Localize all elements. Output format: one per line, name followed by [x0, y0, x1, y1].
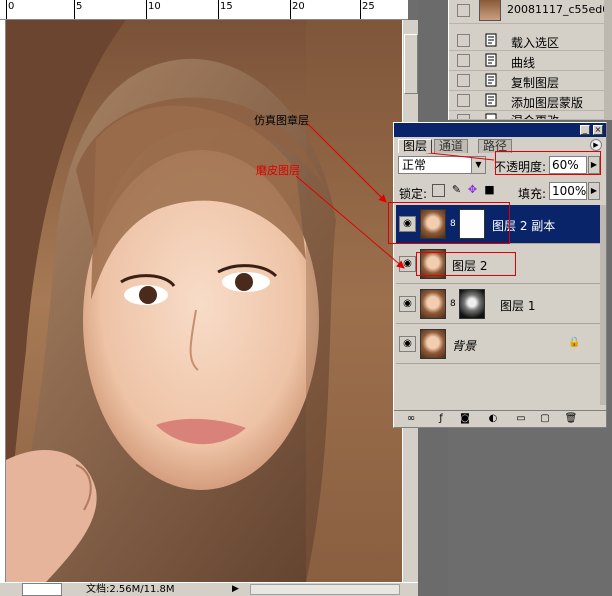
snapshot-thumbnail: [479, 0, 501, 21]
lock-label: 锁定:: [399, 187, 428, 201]
annotation-skin-layer: 磨皮图层: [256, 164, 300, 177]
layer-thumbnail: [420, 289, 446, 319]
link-layers-icon[interactable]: ∞: [404, 413, 418, 425]
history-step[interactable]: 添加图层蒙版: [449, 91, 612, 111]
ruler-label: 15: [220, 1, 233, 12]
layers-panel-titlebar[interactable]: _ ×: [394, 123, 606, 137]
lock-brush-icon[interactable]: ✎: [450, 184, 463, 197]
snapshot-source-checkbox[interactable]: [457, 4, 470, 17]
history-step-label: 复制图层: [511, 76, 560, 90]
adjustment-layer-icon[interactable]: ◐: [486, 413, 500, 425]
history-step-label: 载入选区: [511, 36, 560, 50]
ruler-label: 25: [362, 1, 375, 12]
history-snapshot-row[interactable]: 20081117_c55ed04fb: [449, 0, 612, 24]
lock-all-icon[interactable]: ■: [483, 184, 496, 197]
layer-style-icon[interactable]: ƒ: [434, 413, 448, 425]
minimize-icon[interactable]: _: [580, 125, 590, 135]
photoshop-workspace: 0 5 10 15 20 25 文档:2.56M/11.8M ▶ 2008111…: [0, 0, 612, 596]
ruler-tick: [218, 0, 219, 19]
layer-list-scrollbar[interactable]: [600, 205, 606, 405]
blend-mode-select[interactable]: 正常 ▼: [398, 156, 486, 174]
ruler-tick: [290, 0, 291, 19]
ruler-label: 5: [76, 1, 83, 12]
snapshot-name: 20081117_c55ed04fb: [507, 3, 612, 16]
visibility-eye-icon[interactable]: ◉: [399, 296, 416, 312]
ruler-tick: [360, 0, 361, 19]
fill-label: 填充:: [518, 187, 547, 201]
blend-mode-value: 正常: [402, 158, 427, 172]
scrollbar-thumb[interactable]: [404, 34, 418, 94]
history-panel: 20081117_c55ed04fb 载入选区 曲线 复制图层 添加图层蒙版 混…: [448, 0, 612, 120]
history-step-icon: [485, 73, 497, 87]
history-step-icon: [485, 33, 497, 47]
add-mask-icon[interactable]: ◙: [458, 413, 472, 425]
history-step[interactable]: 载入选区: [449, 31, 612, 51]
layer-name: 图层 1: [500, 299, 536, 313]
highlight-box-opacity: [495, 151, 601, 175]
lock-icon: 🔒: [568, 337, 581, 348]
new-layer-icon[interactable]: ▢: [538, 413, 552, 425]
layers-toolbar: ∞ ƒ ◙ ◐ ▭ ▢ 🗑: [394, 410, 606, 427]
layer-thumbnail: [420, 329, 446, 359]
history-source-checkbox[interactable]: [457, 74, 470, 87]
tab-layers[interactable]: 图层: [398, 139, 433, 153]
ruler-tick: [6, 0, 7, 19]
lock-transparency-icon[interactable]: [432, 184, 445, 197]
history-step[interactable]: 曲线: [449, 51, 612, 71]
visibility-eye-icon[interactable]: ◉: [399, 336, 416, 352]
image-canvas[interactable]: [6, 20, 402, 582]
status-bar: 文档:2.56M/11.8M ▶: [0, 582, 418, 596]
history-source-checkbox[interactable]: [457, 114, 470, 119]
link-chain-icon[interactable]: 8: [450, 299, 458, 309]
history-step[interactable]: 复制图层: [449, 71, 612, 91]
history-source-checkbox[interactable]: [457, 54, 470, 67]
history-step-label: 曲线: [511, 56, 536, 70]
ruler-label: 10: [148, 1, 161, 12]
portrait-photo: [6, 20, 402, 582]
layer-name: 背景: [452, 339, 477, 353]
fill-input[interactable]: 100%: [549, 182, 587, 200]
ruler-tick: [146, 0, 147, 19]
tab-channels[interactable]: 通道: [434, 139, 469, 153]
fill-slider-arrow-icon[interactable]: ▶: [588, 182, 600, 200]
document-size: 文档:2.56M/11.8M: [86, 584, 175, 595]
horizontal-scrollbar[interactable]: [250, 584, 400, 595]
layer-row[interactable]: ◉ 8 图层 1: [396, 285, 604, 324]
history-step-label: 添加图层蒙版: [511, 96, 584, 110]
history-step-icon: [485, 53, 497, 67]
annotation-stamp-layer: 仿真图章层: [254, 114, 309, 127]
new-group-icon[interactable]: ▭: [514, 413, 528, 425]
lock-move-icon[interactable]: ✥: [466, 184, 479, 197]
highlight-box-skin-layer: [416, 252, 516, 276]
status-menu-arrow-icon[interactable]: ▶: [232, 583, 239, 596]
ruler-label: 0: [8, 1, 15, 12]
history-source-checkbox[interactable]: [457, 34, 470, 47]
history-step-icon: [485, 93, 497, 107]
layer-mask-thumbnail[interactable]: [459, 289, 485, 319]
close-icon[interactable]: ×: [593, 125, 603, 135]
highlight-box-stamp-layer: [388, 202, 510, 244]
history-step-icon: [485, 113, 497, 119]
history-step-label: 混合更改: [511, 112, 559, 119]
ruler-label: 20: [292, 1, 305, 12]
history-source-checkbox[interactable]: [457, 94, 470, 107]
zoom-field[interactable]: [22, 583, 62, 596]
visibility-eye-icon[interactable]: ◉: [399, 256, 416, 272]
history-scrollbar[interactable]: [604, 0, 612, 120]
layer-row[interactable]: ◉ 背景 🔒: [396, 325, 604, 364]
ruler-tick: [74, 0, 75, 19]
chevron-down-icon[interactable]: ▼: [471, 157, 485, 173]
panel-menu-icon[interactable]: ▶: [590, 139, 602, 151]
horizontal-ruler: 0 5 10 15 20 25: [0, 0, 408, 20]
history-step[interactable]: 混合更改: [449, 111, 612, 120]
trash-icon[interactable]: 🗑: [564, 413, 578, 425]
